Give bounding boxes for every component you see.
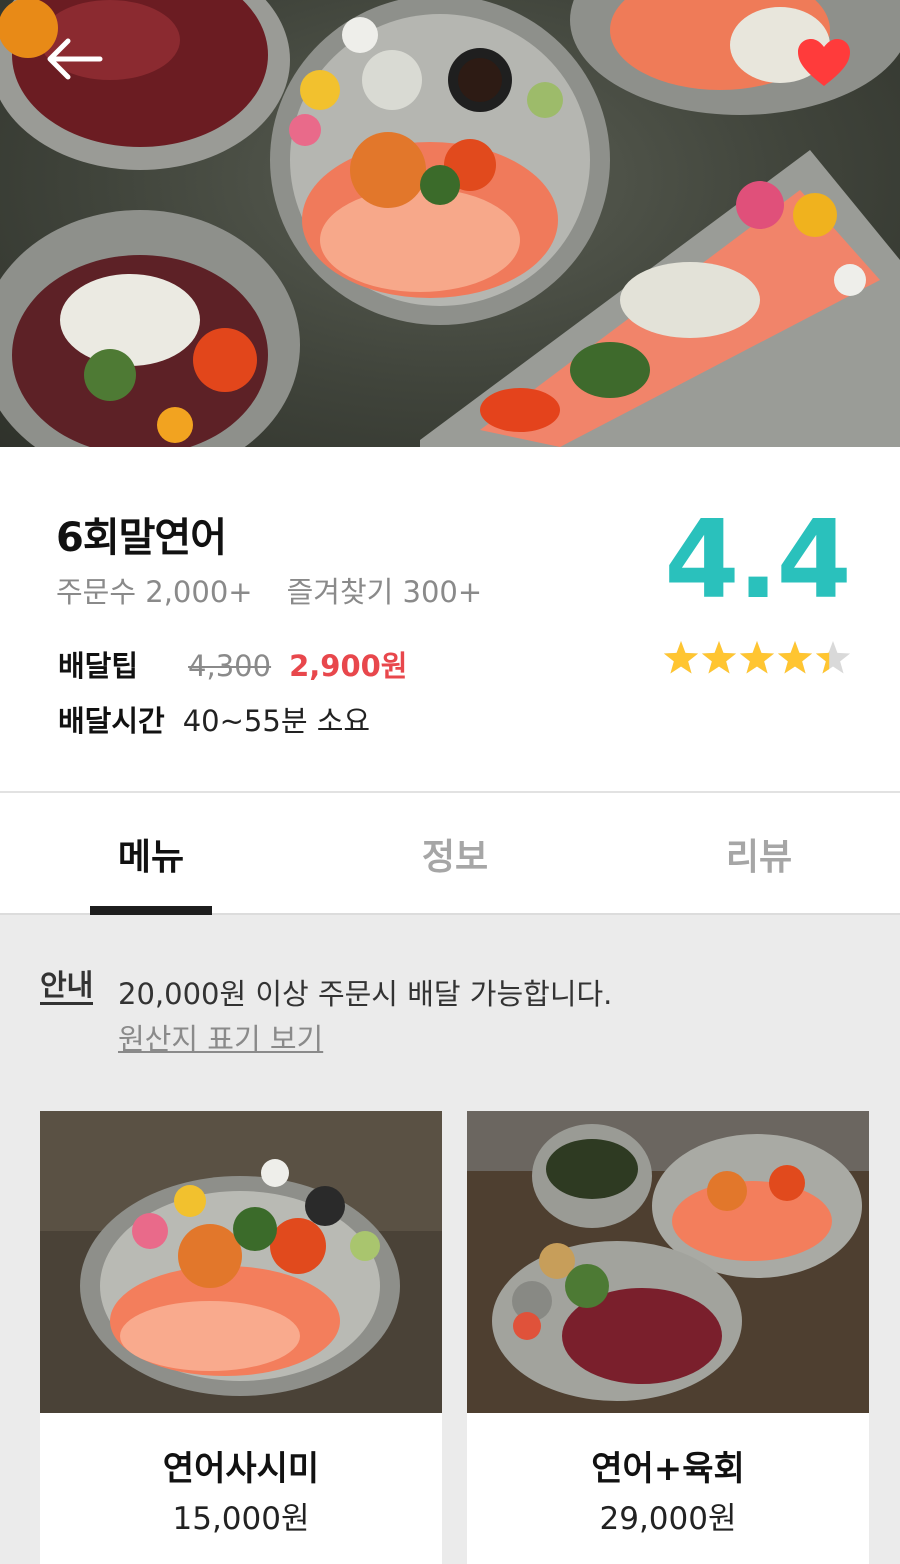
store-hero-image <box>0 0 900 447</box>
delivery-tip-label: 배달팁 <box>58 649 139 683</box>
menu-item-image <box>40 1111 442 1413</box>
notice-tag: 안내 <box>40 968 94 1005</box>
delivery-time-label: 배달시간 <box>58 704 165 738</box>
origin-info-link[interactable]: 원산지 표기 보기 <box>118 1016 323 1058</box>
menu-item-price: 15,000원 <box>172 1501 310 1537</box>
store-info-section: 6회말연어 주문수 2,000+ 즐겨찾기 300+ 배달팁 4,300 2,90… <box>0 447 900 791</box>
notice-text: 20,000원 이상 주문시 배달 가능합니다. <box>118 977 613 1011</box>
menu-item-price: 29,000원 <box>599 1501 737 1537</box>
store-stats: 주문수 2,000+ 즐겨찾기 300+ <box>56 569 482 611</box>
tab-menu[interactable]: 메뉴 <box>90 793 212 915</box>
food-photo <box>0 0 900 447</box>
tab-info[interactable]: 정보 <box>394 793 516 915</box>
delivery-tip-discounted: 2,900원 <box>289 649 408 683</box>
store-name: 6회말연어 <box>56 515 227 561</box>
arrow-left-icon <box>47 38 103 80</box>
favorites-count: 즐겨찾기 300+ <box>286 575 483 609</box>
delivery-time-value: 40~55분 소요 <box>182 704 371 738</box>
order-count: 주문수 2,000+ <box>56 575 253 609</box>
menu-item-name: 연어+육회 <box>591 1449 745 1489</box>
delivery-tip-original: 4,300 <box>188 649 272 683</box>
delivery-time-row: 배달시간 40~55분 소요 <box>58 698 370 740</box>
rating-stars <box>663 641 851 674</box>
menu-item-name: 연어사시미 <box>162 1449 320 1489</box>
menu-card[interactable]: 연어+육회 29,000원 <box>467 1111 869 1564</box>
tab-bar: 메뉴 정보 리뷰 <box>0 791 900 915</box>
back-button[interactable] <box>44 36 114 106</box>
delivery-tip-row: 배달팁 4,300 2,900원 <box>58 643 408 685</box>
menu-item-image <box>467 1111 869 1413</box>
menu-card[interactable]: 연어사시미 15,000원 <box>40 1111 442 1564</box>
star-icon <box>663 641 699 674</box>
star-icon <box>739 641 775 674</box>
star-icon <box>777 641 813 674</box>
rating-score: 4.4 <box>664 498 851 623</box>
favorite-button[interactable] <box>796 38 862 104</box>
heart-icon <box>798 39 850 86</box>
tab-review[interactable]: 리뷰 <box>698 793 820 915</box>
star-icon <box>701 641 737 674</box>
active-tab-indicator <box>90 906 212 915</box>
